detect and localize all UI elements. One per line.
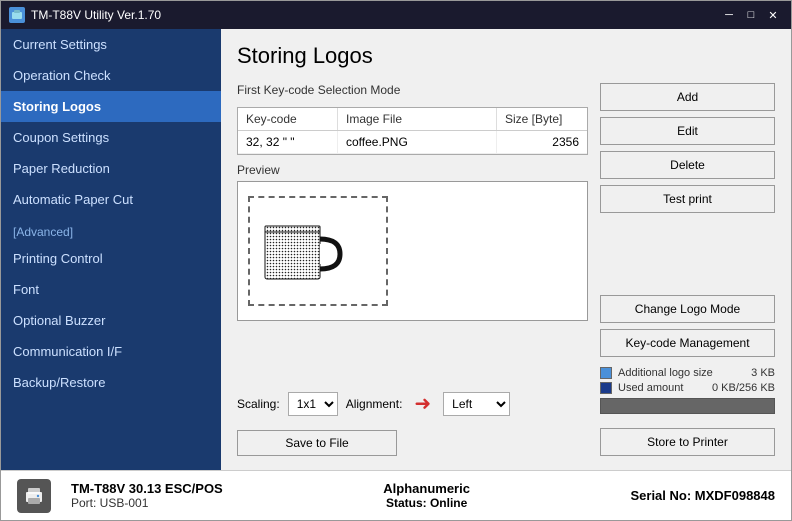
title-bar-left: TM-T88V Utility Ver.1.70 [9,7,161,23]
alignment-select[interactable]: Left Center Right [443,392,510,416]
alpha-label: Alphanumeric [243,481,611,496]
additional-label: Additional logo size [618,367,745,379]
col-imagefile: Image File [338,108,497,130]
restore-button[interactable]: □ [741,6,761,24]
status-online: Status: Online [243,496,611,510]
sidebar-item-communication-if[interactable]: Communication I/F [1,336,221,367]
right-panel: Add Edit Delete Test print Change Logo M… [600,83,775,456]
sidebar-item-printing-control[interactable]: Printing Control [1,243,221,274]
content-body: First Key-code Selection Mode Key-code I… [237,83,775,456]
cell-keycode: 32, 32 " " [238,131,338,153]
printer-icon [17,479,51,513]
preview-label: Preview [237,163,588,177]
used-label: Used amount [618,382,706,394]
device-name: TM-T88V 30.13 ESC/POS [71,481,223,496]
save-to-file-button[interactable]: Save to File [237,430,397,456]
window-title: TM-T88V Utility Ver.1.70 [31,8,161,22]
status-bar: TM-T88V 30.13 ESC/POS Port: USB-001 Alph… [1,470,791,520]
preview-controls: Scaling: 1x1 1x2 2x1 2x2 Alignment: ➜ Le… [237,391,588,416]
title-bar: TM-T88V Utility Ver.1.70 ─ □ ✕ [1,1,791,29]
main-window: TM-T88V Utility Ver.1.70 ─ □ ✕ Current S… [0,0,792,521]
sidebar: Current Settings Operation Check Storing… [1,29,221,470]
selection-mode-label: First Key-code Selection Mode [237,83,588,97]
delete-button[interactable]: Delete [600,151,775,179]
left-panel: First Key-code Selection Mode Key-code I… [237,83,588,456]
sidebar-item-paper-reduction[interactable]: Paper Reduction [1,153,221,184]
sidebar-item-backup-restore[interactable]: Backup/Restore [1,367,221,398]
additional-dot [600,367,612,379]
close-button[interactable]: ✕ [763,6,783,24]
used-dot [600,382,612,394]
store-to-printer-button[interactable]: Store to Printer [600,428,775,456]
preview-image [260,214,345,289]
storage-progress-bar [600,398,775,414]
scaling-label: Scaling: [237,397,280,411]
additional-value: 3 KB [751,367,775,379]
serial-number: Serial No: MXDF098848 [630,488,775,503]
sidebar-item-optional-buzzer[interactable]: Optional Buzzer [1,305,221,336]
logo-table: Key-code Image File Size [Byte] 32, 32 "… [237,107,588,155]
sidebar-advanced-header: [Advanced] [1,215,221,243]
preview-box [237,181,588,321]
edit-button[interactable]: Edit [600,117,775,145]
save-btn-row: Save to File [237,430,588,456]
status-device-info: TM-T88V 30.13 ESC/POS Port: USB-001 [71,481,223,510]
col-keycode: Key-code [238,108,338,130]
device-port: Port: USB-001 [71,496,223,510]
test-print-button[interactable]: Test print [600,185,775,213]
status-middle: Alphanumeric Status: Online [243,481,611,510]
sidebar-item-current-settings[interactable]: Current Settings [1,29,221,60]
minimize-button[interactable]: ─ [719,6,739,24]
storage-additional-row: Additional logo size 3 KB [600,367,775,379]
cell-size: 2356 [497,131,587,153]
preview-section: Preview [237,163,588,375]
sidebar-item-operation-check[interactable]: Operation Check [1,60,221,91]
content-area: Storing Logos First Key-code Selection M… [221,29,791,470]
table-row[interactable]: 32, 32 " " coffee.PNG 2356 [238,131,587,154]
main-content: Current Settings Operation Check Storing… [1,29,791,470]
sidebar-item-font[interactable]: Font [1,274,221,305]
page-title: Storing Logos [237,43,775,69]
used-value: 0 KB/256 KB [712,382,775,394]
scaling-select[interactable]: 1x1 1x2 2x1 2x2 [288,392,338,416]
preview-inner [248,196,388,306]
title-controls: ─ □ ✕ [719,6,783,24]
table-header: Key-code Image File Size [Byte] [238,108,587,131]
app-icon [9,7,25,23]
sidebar-item-automatic-paper-cut[interactable]: Automatic Paper Cut [1,184,221,215]
cell-imagefile: coffee.PNG [338,131,497,153]
storage-info: Additional logo size 3 KB Used amount 0 … [600,367,775,414]
sidebar-item-storing-logos[interactable]: Storing Logos [1,91,221,122]
col-size: Size [Byte] [497,108,587,130]
alignment-label: Alignment: [346,397,403,411]
change-logo-mode-button[interactable]: Change Logo Mode [600,295,775,323]
sidebar-item-coupon-settings[interactable]: Coupon Settings [1,122,221,153]
arrow-indicator: ➜ [414,391,431,416]
status-serial: Serial No: MXDF098848 [630,488,775,503]
add-button[interactable]: Add [600,83,775,111]
storage-used-row: Used amount 0 KB/256 KB [600,382,775,394]
keycode-management-button[interactable]: Key-code Management [600,329,775,357]
